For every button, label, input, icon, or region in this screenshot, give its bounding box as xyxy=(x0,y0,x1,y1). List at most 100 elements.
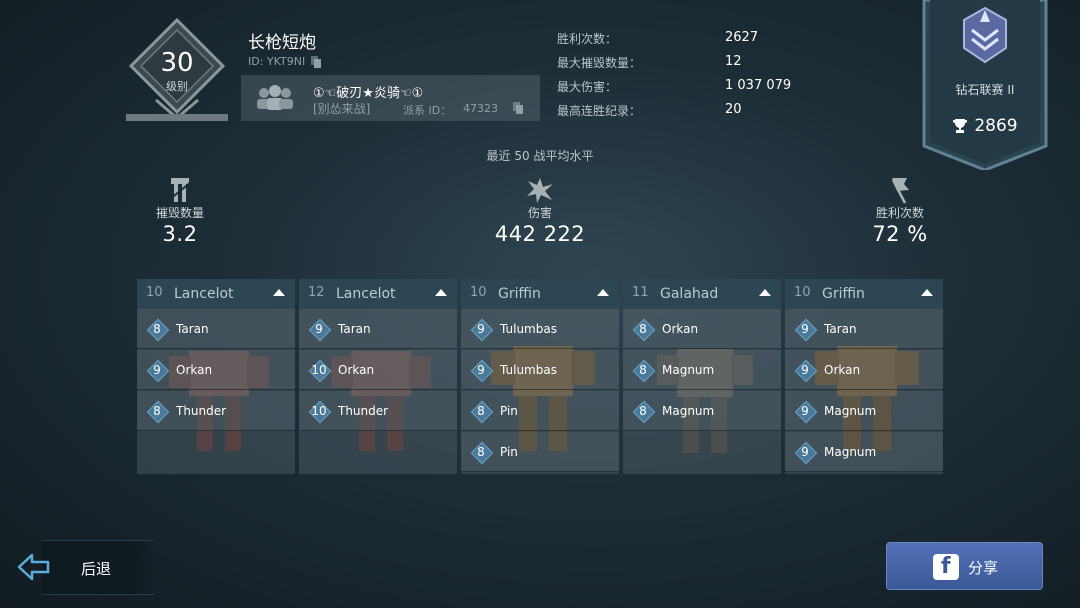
avg-kills: 摧毁数量 3.2 xyxy=(120,176,240,246)
robot-level: 12 xyxy=(308,285,325,300)
clan-panel[interactable]: ①☜破刃★炎骑☜① [别怂来战] 派系 ID： 47323 xyxy=(241,75,540,121)
weapon-level: 8 xyxy=(477,404,485,418)
avg-damage: 伤害 442 222 xyxy=(480,176,600,246)
back-button[interactable]: 后退 xyxy=(0,540,158,595)
wins-flag-icon xyxy=(891,178,909,204)
weapon-level: 8 xyxy=(153,322,161,336)
weapon-row: 10 Orkan xyxy=(299,350,457,390)
weapon-row: 9 Taran xyxy=(299,309,457,349)
avg-wins-value: 72 % xyxy=(872,222,928,246)
weapon-level-badge: 9 xyxy=(308,318,330,340)
robot-header[interactable]: 10 Lancelot xyxy=(137,279,295,309)
robot-card[interactable]: 12 Lancelot 9 Taran 10 Orkan 10 Thunder xyxy=(299,279,457,474)
robot-name: Griffin xyxy=(822,286,865,302)
robot-header[interactable]: 11 Galahad xyxy=(623,279,781,309)
weapon-level-badge: 10 xyxy=(308,400,330,422)
weapon-row: 9 Orkan xyxy=(785,350,943,390)
trophy-count: 2869 xyxy=(974,116,1018,136)
weapon-level-badge: 9 xyxy=(146,359,168,381)
stat-value: 2627 xyxy=(725,30,759,45)
weapon-level-badge: 8 xyxy=(470,400,492,422)
weapon-level: 10 xyxy=(311,404,327,418)
collapse-arrow-icon[interactable] xyxy=(921,289,933,296)
robot-card[interactable]: 10 Griffin 9 Tulumbas 9 Tulumbas 8 Pin 8 xyxy=(461,279,619,474)
weapon-level-badge: 9 xyxy=(794,359,816,381)
weapon-name: Thunder xyxy=(338,404,389,418)
weapon-level: 10 xyxy=(311,363,327,377)
collapse-arrow-icon[interactable] xyxy=(273,289,285,296)
robot-card[interactable]: 10 Griffin 9 Taran 9 Orkan 9 Magnum 9 Ma… xyxy=(785,279,943,474)
weapon-name: Magnum xyxy=(824,445,877,459)
back-arrow-icon xyxy=(17,553,50,581)
collapse-arrow-icon[interactable] xyxy=(759,289,771,296)
weapon-level-badge: 8 xyxy=(146,400,168,422)
robot-name: Galahad xyxy=(660,286,719,302)
robot-loadout: 9 Tulumbas 9 Tulumbas 8 Pin 8 Pin xyxy=(461,309,619,474)
weapon-level: 8 xyxy=(639,404,647,418)
stat-label: 最大摧毁数量： xyxy=(557,56,642,70)
avg-damage-value: 442 222 xyxy=(494,222,586,246)
collapse-arrow-icon[interactable] xyxy=(597,289,609,296)
weapon-level: 8 xyxy=(639,322,647,336)
averages-title: 最近 50 战平均水平 xyxy=(486,149,594,163)
weapon-name: Pin xyxy=(500,404,518,418)
robot-card[interactable]: 11 Galahad 8 Orkan 8 Magnum 8 Magnum xyxy=(623,279,781,474)
stat-label: 最高连胜纪录： xyxy=(557,104,642,118)
player-name: 长枪短炮 xyxy=(248,33,316,53)
weapon-level: 9 xyxy=(153,363,161,377)
stat-value: 12 xyxy=(725,54,742,69)
weapon-level-badge: 8 xyxy=(632,318,654,340)
weapon-row: 9 Orkan xyxy=(137,350,295,390)
avg-kills-value: 3.2 xyxy=(162,222,198,246)
robot-header[interactable]: 10 Griffin xyxy=(461,279,619,309)
robot-name: Griffin xyxy=(498,286,541,302)
robot-name: Lancelot xyxy=(336,286,396,302)
stat-value: 1 037 079 xyxy=(725,78,792,93)
weapon-row: 8 Pin xyxy=(461,432,619,472)
clan-members-icon xyxy=(257,85,293,110)
weapon-name: Orkan xyxy=(662,322,699,336)
weapon-name: Magnum xyxy=(824,404,877,418)
weapon-level-badge: 8 xyxy=(632,359,654,381)
weapon-name: Taran xyxy=(338,322,371,336)
clan-id: 47323 xyxy=(463,102,498,115)
league-card[interactable]: 钻石联赛 II 2869 xyxy=(922,0,1048,170)
kills-icon xyxy=(168,178,192,202)
weapon-name: Orkan xyxy=(824,363,861,377)
weapon-level: 9 xyxy=(801,322,809,336)
copy-icon[interactable] xyxy=(311,55,322,68)
weapon-row: 8 Pin xyxy=(461,391,619,431)
collapse-arrow-icon[interactable] xyxy=(435,289,447,296)
robot-loadout: 8 Taran 9 Orkan 8 Thunder xyxy=(137,309,295,474)
weapon-row: 9 Tulumbas xyxy=(461,309,619,349)
robot-card[interactable]: 10 Lancelot 8 Taran 9 Orkan 8 Thunder xyxy=(137,279,295,474)
damage-icon xyxy=(527,178,553,203)
robot-header[interactable]: 12 Lancelot xyxy=(299,279,457,309)
weapon-row: 8 Magnum xyxy=(623,391,781,431)
weapon-name: Thunder xyxy=(176,404,227,418)
weapon-name: Magnum xyxy=(662,404,715,418)
weapon-level: 9 xyxy=(477,322,485,336)
league-emblem-icon xyxy=(963,6,1007,64)
weapon-level: 9 xyxy=(315,322,323,336)
player-id: ID: YKT9NI xyxy=(248,55,306,68)
avg-wins-label: 胜利次数 xyxy=(875,206,924,220)
weapon-row: 8 Taran xyxy=(137,309,295,349)
robot-header[interactable]: 10 Griffin xyxy=(785,279,943,309)
robot-name: Lancelot xyxy=(174,286,234,302)
weapon-row: 9 Magnum xyxy=(785,391,943,431)
weapon-level: 8 xyxy=(639,363,647,377)
weapon-level: 9 xyxy=(477,363,485,377)
weapon-row: 8 Magnum xyxy=(623,350,781,390)
weapon-row: 10 Thunder xyxy=(299,391,457,431)
robot-level: 10 xyxy=(470,285,487,300)
share-label: 分享 xyxy=(968,559,999,577)
weapon-name: Taran xyxy=(824,322,857,336)
share-button[interactable]: 分享 xyxy=(886,542,1043,590)
weapon-name: Tulumbas xyxy=(500,322,557,336)
robot-level: 10 xyxy=(146,285,163,300)
weapon-name: Tulumbas xyxy=(500,363,557,377)
weapon-row: 8 Thunder xyxy=(137,391,295,431)
copy-icon[interactable] xyxy=(513,102,523,114)
clan-tag: [别怂来战] xyxy=(313,102,371,116)
